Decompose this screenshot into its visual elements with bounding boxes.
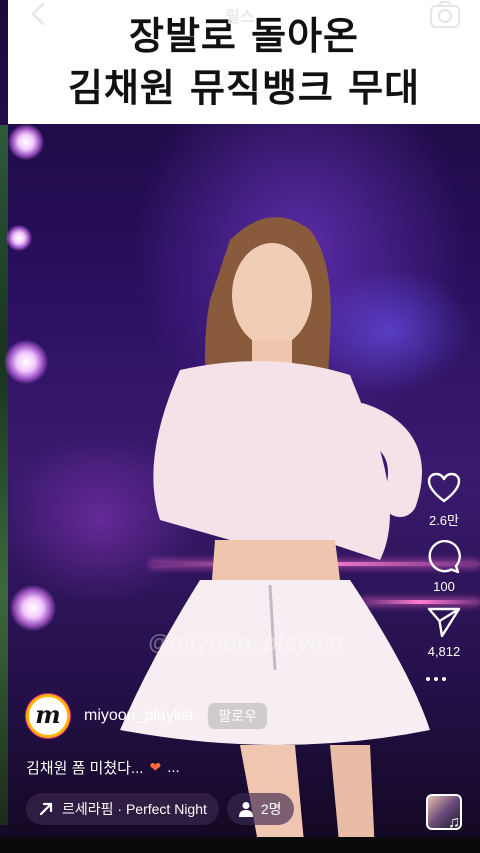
stage-light <box>6 225 32 251</box>
title-line-1: 장발로 돌아온 <box>129 14 359 58</box>
person-icon <box>238 801 253 817</box>
follow-button[interactable]: 팔로우 <box>207 702 269 730</box>
back-button[interactable] <box>26 2 50 26</box>
more-dot-icon <box>426 677 430 681</box>
audio-chip[interactable]: 르세라핌 · Perfect Night <box>26 793 219 825</box>
stage-light <box>10 585 56 631</box>
comment-count: 100 <box>433 579 455 594</box>
caption-text: 김채원 폼 미쳤다... <box>26 760 144 777</box>
like-count: 2.6만 <box>428 513 460 528</box>
adjacent-reel-edge <box>0 125 8 825</box>
meta-chips: 르세라핌 · Perfect Night 2명 <box>26 793 294 825</box>
stage-light <box>4 340 48 384</box>
caption-more[interactable]: ... <box>167 759 180 776</box>
chevron-left-icon <box>31 2 45 26</box>
video-title-card: 장발로 돌아온 김채원 뮤직뱅크 무대 <box>8 0 480 124</box>
tagged-people-chip[interactable]: 2명 <box>226 793 294 825</box>
author-avatar[interactable]: m <box>26 694 70 738</box>
comment-action: 100 <box>418 539 470 594</box>
arrow-up-right-icon <box>38 801 54 817</box>
send-icon <box>427 607 461 638</box>
author-row: m miyoon_playlist 팔로우 <box>26 694 269 738</box>
author-username[interactable]: miyoon_playlist <box>84 707 193 725</box>
avatar-logo-letter: m <box>35 700 61 729</box>
comment-button[interactable] <box>426 539 462 575</box>
share-count: 4,812 <box>427 644 461 659</box>
video-watermark: @miyoon_playlist <box>148 630 344 655</box>
stage-light <box>8 124 44 160</box>
bottom-edge <box>0 837 480 853</box>
tagged-people-count: 2명 <box>260 801 282 817</box>
audio-label: 르세라핌 · Perfect Night <box>62 801 207 817</box>
comment-icon <box>428 540 461 574</box>
more-dot-icon <box>442 677 446 681</box>
share-action: 4,812 <box>418 604 470 659</box>
heart-icon <box>427 472 461 503</box>
title-line-2: 김채원 뮤직뱅크 무대 <box>67 66 421 110</box>
more-dot-icon <box>434 677 438 681</box>
like-action: 2.6만 <box>418 470 470 529</box>
broken-heart-emoji-icon: ❤ <box>149 759 162 775</box>
more-options-button[interactable] <box>418 669 454 689</box>
like-button[interactable] <box>426 470 462 506</box>
caption[interactable]: 김채원 폼 미쳤다... ❤ ... <box>26 757 180 778</box>
action-rail: 2.6만 100 4,812 <box>418 470 470 689</box>
performer-figure <box>120 217 430 853</box>
music-note-icon: ♫ <box>448 814 460 831</box>
camera-button[interactable] <box>428 0 462 30</box>
camera-icon <box>430 1 460 28</box>
share-button[interactable] <box>426 604 462 640</box>
